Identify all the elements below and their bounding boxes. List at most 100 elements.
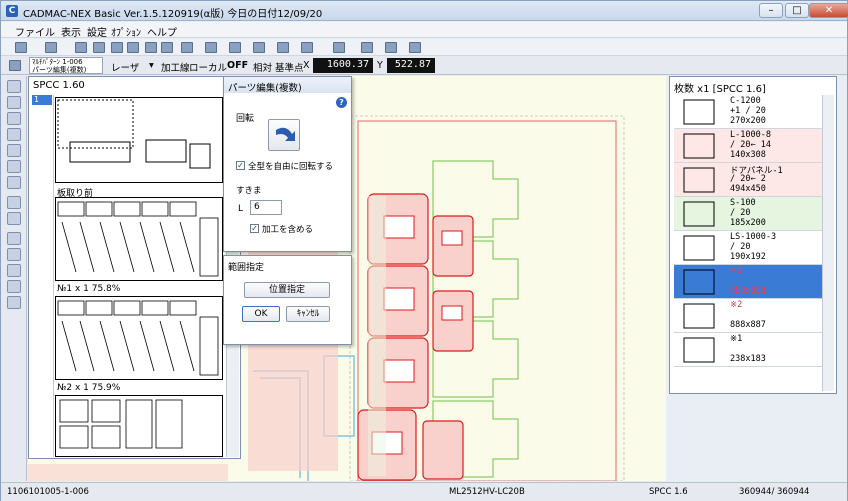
parts-edit-dialog: パーツ編集(複数) ? 回転 ✓ 全型を自由に回転する すきま L 6 ✓ 加工… (223, 76, 352, 252)
bottom-pink-area (28, 464, 228, 481)
status-bar: 1106101005-1-006 ML2512HV-LC20B SPCC 1.6… (1, 482, 847, 501)
sheet-preview-3[interactable] (55, 395, 223, 457)
color-icon[interactable] (7, 232, 21, 245)
part-size: 140x308 (730, 150, 766, 160)
status-file-id: 1106101005-1-006 (7, 487, 89, 497)
new-icon[interactable] (15, 42, 27, 53)
laser-icon[interactable] (385, 42, 397, 53)
parts-edit-title: パーツ編集(複数) (224, 77, 351, 94)
sheet-panel-title: SPCC 1.60 (33, 80, 85, 91)
list-item[interactable]: ※2 888x887 (674, 299, 822, 333)
red-part-7 (422, 420, 464, 480)
status-machine: ML2512HV-LC20B (449, 487, 525, 497)
menu-settings[interactable]: 設定 (87, 24, 107, 39)
gear-icon[interactable] (361, 42, 373, 53)
part-size: 888x887 (730, 320, 766, 330)
save-icon[interactable] (111, 42, 123, 53)
list-item[interactable]: S-100 / 20 185x200 (674, 197, 822, 231)
list-item[interactable]: LS-1000-3 / 20 190x192 (674, 231, 822, 265)
part-size: 185x200 (730, 218, 766, 228)
clip-icon[interactable] (7, 280, 21, 293)
list-item[interactable]: C-1200 +1 / 20 270x200 (674, 95, 822, 129)
menu-file[interactable]: ファイル (15, 24, 55, 39)
sheet-preview-1[interactable] (55, 197, 223, 281)
pattern-icon[interactable] (45, 42, 57, 53)
ok-button[interactable]: OK (242, 306, 280, 322)
window-title: CADMAC-NEX Basic Ver.1.5.120919(α版) 今日の日… (23, 9, 323, 20)
link-icon[interactable] (7, 144, 21, 157)
copy-icon[interactable] (7, 264, 21, 277)
cross-icon[interactable] (7, 176, 21, 189)
save-as-icon[interactable] (127, 42, 139, 53)
select-icon[interactable] (7, 80, 21, 93)
line-icon[interactable] (7, 112, 21, 125)
rotate-label: 回転 (236, 114, 255, 124)
rect-icon[interactable] (7, 212, 21, 225)
sheet-preview-3-drawing (59, 399, 183, 449)
mirror-icon[interactable] (229, 42, 241, 53)
close-icon: ✕ (824, 5, 834, 16)
part-name: ※2 (730, 300, 743, 310)
part-name: C-1200 (730, 96, 761, 106)
machine-label[interactable]: レーザ (111, 60, 139, 74)
print-icon[interactable] (75, 42, 87, 53)
parts-list-scrollbar[interactable] (822, 95, 834, 391)
target-icon[interactable] (7, 196, 21, 209)
menu-help[interactable]: ヘルプ (147, 24, 177, 39)
maximize-button[interactable]: □ (785, 3, 809, 18)
list-item[interactable]: ドアパネル-1 / 20← 2 494x450 (674, 163, 822, 197)
pattern-combo-line2: パーツ編集(複数) (32, 66, 87, 74)
list-item[interactable]: L-1000-8 / 20← 14 140x308 (674, 129, 822, 163)
pen-icon[interactable] (7, 128, 21, 141)
layer-icon[interactable] (161, 42, 173, 53)
position-button[interactable]: 位置指定 (244, 282, 330, 298)
help-icon[interactable]: ? (336, 97, 347, 108)
close-button[interactable]: ✕ (809, 3, 848, 18)
part-thumbnail (676, 233, 726, 263)
sheet-preview-2[interactable] (55, 296, 223, 380)
off-toggle[interactable]: OFF (227, 60, 248, 71)
move-icon[interactable] (181, 42, 193, 53)
range-dialog: 範囲指定 位置指定 OK ｷｬﾝｾﾙ (223, 255, 352, 345)
measure-icon[interactable] (333, 42, 345, 53)
eraser-icon[interactable] (93, 42, 105, 53)
minimize-button[interactable]: – (759, 3, 783, 18)
menu-view[interactable]: 表示 (61, 24, 81, 39)
offset-input[interactable]: 6 (250, 200, 282, 215)
simulate-icon[interactable] (409, 42, 421, 53)
grid-icon[interactable] (301, 42, 313, 53)
chevron-down-icon[interactable]: ▾ (149, 60, 154, 71)
local-toggle[interactable]: ローカル (189, 60, 227, 74)
red-hole-6 (441, 305, 463, 321)
main-toolbar (1, 39, 847, 56)
list-item[interactable]: ※1 238x183 (674, 333, 822, 367)
zoom-icon[interactable] (7, 248, 21, 261)
part-quantity: +1 / 20 (730, 106, 766, 116)
menu-options[interactable]: ｵﾌﾟｼｮﾝ (111, 24, 141, 39)
sheet-preview-before[interactable] (55, 97, 223, 183)
rotate-button[interactable] (268, 119, 300, 151)
sheet-row-number[interactable]: 1 (32, 95, 52, 105)
rotate-free-checkbox[interactable]: ✓ (236, 161, 245, 170)
pattern-combo[interactable]: ﾏﾙﾁﾊﾟﾀｰﾝ 1-006 パーツ編集(複数) (29, 57, 103, 74)
align-icon[interactable] (277, 42, 289, 53)
processing-toggle[interactable]: 加工線 (161, 60, 190, 74)
list-icon[interactable] (9, 60, 21, 71)
sheet-index-column: 1 (32, 95, 54, 457)
array-icon[interactable] (253, 42, 265, 53)
attach-icon[interactable] (7, 296, 21, 309)
rotate-free-label: 全型を自由に回転する (248, 162, 334, 172)
export-icon[interactable] (145, 42, 157, 53)
part-name: L-1000-8 (730, 130, 771, 140)
relative-toggle[interactable]: 相対 (253, 60, 272, 74)
menu-bar: ファイル 表示 設定 ｵﾌﾟｼｮﾝ ヘルプ (1, 22, 847, 39)
part-size: 494x450 (730, 184, 766, 194)
arrow-icon[interactable] (7, 160, 21, 173)
rotate-icon[interactable] (205, 42, 217, 53)
include-processing-label: 加工を含める (262, 225, 314, 235)
cancel-button[interactable]: ｷｬﾝｾﾙ (286, 306, 330, 322)
print-icon[interactable] (7, 96, 21, 109)
base-point-toggle[interactable]: 基準点 (275, 60, 304, 74)
include-processing-checkbox[interactable]: ✓ (250, 224, 259, 233)
list-item[interactable]: ※1 858x858 (674, 265, 822, 299)
